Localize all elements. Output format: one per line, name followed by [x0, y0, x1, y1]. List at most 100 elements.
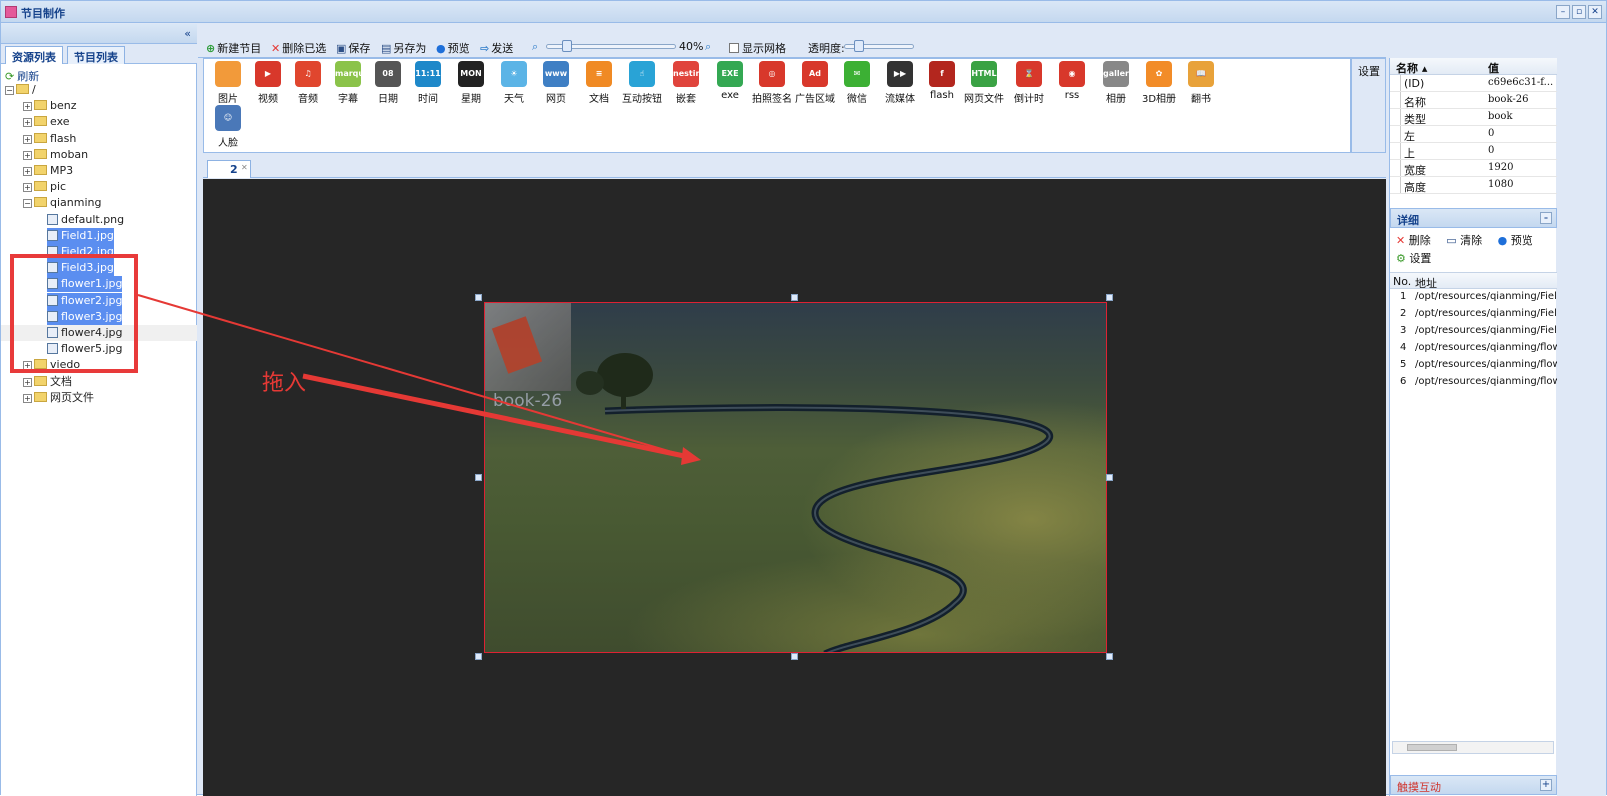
- palette-item-nesting[interactable]: nesting 嵌套: [666, 61, 706, 105]
- detail-settings-button[interactable]: ⚙ 设置: [1396, 252, 1437, 265]
- resize-handle[interactable]: [791, 653, 798, 660]
- collapse-icon[interactable]: «: [184, 27, 191, 40]
- property-row[interactable]: 左0: [1390, 126, 1557, 143]
- expand-icon[interactable]: +: [23, 134, 32, 144]
- save-button[interactable]: ▣ 保存: [336, 40, 370, 56]
- property-row[interactable]: 宽度 1920: [1390, 160, 1557, 177]
- tree-root[interactable]: − /: [5, 82, 36, 98]
- close-icon[interactable]: ✕: [1588, 5, 1602, 19]
- palette-item-countdown[interactable]: ⌛ 倒计时: [1009, 61, 1049, 105]
- palette-item-interactive-button[interactable]: ☝ 互动按钮: [622, 61, 662, 105]
- palette-item-marquee[interactable]: marquee 字幕: [328, 61, 368, 105]
- zoom-out-icon[interactable]: ⌕: [532, 40, 538, 54]
- value-column-header[interactable]: 值: [1488, 60, 1499, 76]
- palette-item-exe[interactable]: EXE exe: [710, 61, 750, 101]
- address-row[interactable]: 5/opt/resources/qianming/flower2: [1390, 357, 1557, 374]
- resize-handle[interactable]: [1106, 474, 1113, 481]
- resize-handle[interactable]: [1106, 653, 1113, 660]
- palette-item-image[interactable]: 图片: [208, 61, 248, 105]
- property-value[interactable]: c69e6c31-f...: [1488, 77, 1553, 88]
- address-row[interactable]: 2/opt/resources/qianming/Field2: [1390, 306, 1557, 323]
- expand-icon[interactable]: +: [23, 393, 32, 403]
- zoom-in-icon[interactable]: ⌕: [705, 40, 711, 54]
- resize-handle[interactable]: [475, 474, 482, 481]
- property-row[interactable]: 上0: [1390, 143, 1557, 160]
- tree-folder[interactable]: + MP3: [23, 163, 73, 179]
- tree-folder-qianming[interactable]: − qianming: [23, 195, 101, 211]
- palette-item-photo-sign[interactable]: ◎ 拍照签名: [752, 61, 792, 105]
- palette-item-flash[interactable]: f flash: [922, 61, 962, 101]
- add-icon[interactable]: +: [1540, 779, 1552, 791]
- palette-settings-button[interactable]: 设置: [1351, 58, 1386, 153]
- property-row[interactable]: 类型 book: [1390, 109, 1557, 126]
- zoom-slider-thumb[interactable]: [562, 40, 572, 52]
- detail-clear-button[interactable]: ▭ 清除: [1446, 234, 1488, 247]
- scrollbar-thumb[interactable]: [1407, 744, 1457, 751]
- resize-handle[interactable]: [791, 294, 798, 301]
- property-value[interactable]: 0: [1488, 128, 1494, 139]
- expand-icon[interactable]: +: [23, 377, 32, 387]
- minimize-icon[interactable]: –: [1556, 5, 1570, 19]
- property-row[interactable]: (ID) c69e6c31-f...: [1390, 75, 1557, 92]
- property-value[interactable]: book: [1488, 111, 1513, 122]
- property-value[interactable]: 0: [1488, 145, 1494, 156]
- expand-icon[interactable]: +: [23, 167, 32, 176]
- collapse-icon[interactable]: –: [1540, 212, 1552, 224]
- palette-item-audio[interactable]: ♫ 音频: [288, 61, 328, 105]
- tree-folder[interactable]: + exe: [23, 114, 70, 130]
- touch-interaction-bar[interactable]: 触摸互动 +: [1390, 775, 1557, 795]
- expand-icon[interactable]: +: [23, 183, 32, 193]
- opacity-slider-thumb[interactable]: [854, 40, 864, 52]
- expand-icon[interactable]: −: [5, 86, 14, 95]
- expand-icon[interactable]: +: [23, 118, 32, 128]
- palette-item-streaming[interactable]: ▶▶ 流媒体: [880, 61, 920, 105]
- tree-folder[interactable]: + moban: [23, 147, 88, 163]
- horizontal-scrollbar[interactable]: [1392, 741, 1554, 754]
- property-row[interactable]: 高度 1080: [1390, 177, 1557, 194]
- property-row[interactable]: 名称 book-26: [1390, 92, 1557, 109]
- property-value[interactable]: 1920: [1488, 162, 1513, 173]
- palette-item-document[interactable]: ≡ 文档: [579, 61, 619, 105]
- tab-close-icon[interactable]: ✕: [241, 163, 248, 172]
- detail-preview-button[interactable]: ● 预览: [1498, 234, 1539, 247]
- delete-selected-button[interactable]: ✕ 删除已选: [271, 40, 326, 56]
- palette-item-webpage[interactable]: www 网页: [536, 61, 576, 105]
- name-column-header[interactable]: 名称 ▴: [1396, 60, 1427, 76]
- show-grid-checkbox[interactable]: 显示网格: [729, 40, 786, 56]
- restore-icon[interactable]: ▫: [1572, 5, 1586, 19]
- palette-item-html-file[interactable]: HTML 网页文件: [964, 61, 1004, 105]
- palette-item-ad-area[interactable]: Ad 广告区域: [795, 61, 835, 105]
- palette-item-wechat[interactable]: ✉ 微信: [837, 61, 877, 105]
- palette-item-weather[interactable]: ☀ 天气: [494, 61, 534, 105]
- tab-program-2[interactable]: 2 ✕: [207, 160, 251, 178]
- expand-icon[interactable]: +: [23, 102, 32, 112]
- palette-item-video[interactable]: ▶ 视频: [248, 61, 288, 105]
- editor-canvas[interactable]: book-26: [203, 179, 1386, 796]
- tab-resource-list[interactable]: 资源列表: [5, 46, 63, 64]
- book-element[interactable]: book-26: [484, 302, 1107, 653]
- expand-icon[interactable]: +: [23, 150, 32, 160]
- resize-handle[interactable]: [1106, 294, 1113, 301]
- address-row[interactable]: 1/opt/resources/qianming/Field1: [1390, 289, 1557, 306]
- expand-icon[interactable]: −: [23, 199, 32, 209]
- property-value[interactable]: book-26: [1488, 94, 1528, 105]
- palette-item-time[interactable]: 11:11 时间: [408, 61, 448, 105]
- save-as-button[interactable]: ▤ 另存为: [381, 40, 426, 56]
- palette-item-rss[interactable]: ◉ rss: [1052, 61, 1092, 101]
- tree-folder[interactable]: + 文档: [23, 374, 72, 390]
- send-button[interactable]: ⇨ 发送: [480, 40, 513, 56]
- resize-handle[interactable]: [475, 294, 482, 301]
- palette-item-album[interactable]: gallery 相册: [1096, 61, 1136, 105]
- palette-item-flip-book[interactable]: 📖 翻书: [1181, 61, 1221, 105]
- tab-program-list[interactable]: 节目列表: [67, 46, 125, 64]
- tree-folder[interactable]: + benz: [23, 98, 77, 114]
- address-row[interactable]: 3/opt/resources/qianming/Field3: [1390, 323, 1557, 340]
- tree-folder[interactable]: + pic: [23, 179, 66, 195]
- palette-item-face[interactable]: ☺ 人脸: [208, 105, 248, 149]
- address-row[interactable]: 6/opt/resources/qianming/flower3: [1390, 374, 1557, 391]
- tree-folder[interactable]: + 网页文件: [23, 390, 94, 406]
- property-value[interactable]: 1080: [1488, 179, 1513, 190]
- tree-file[interactable]: default.png: [47, 212, 124, 228]
- resize-handle[interactable]: [475, 653, 482, 660]
- detail-delete-button[interactable]: ✕ 删除: [1396, 234, 1437, 247]
